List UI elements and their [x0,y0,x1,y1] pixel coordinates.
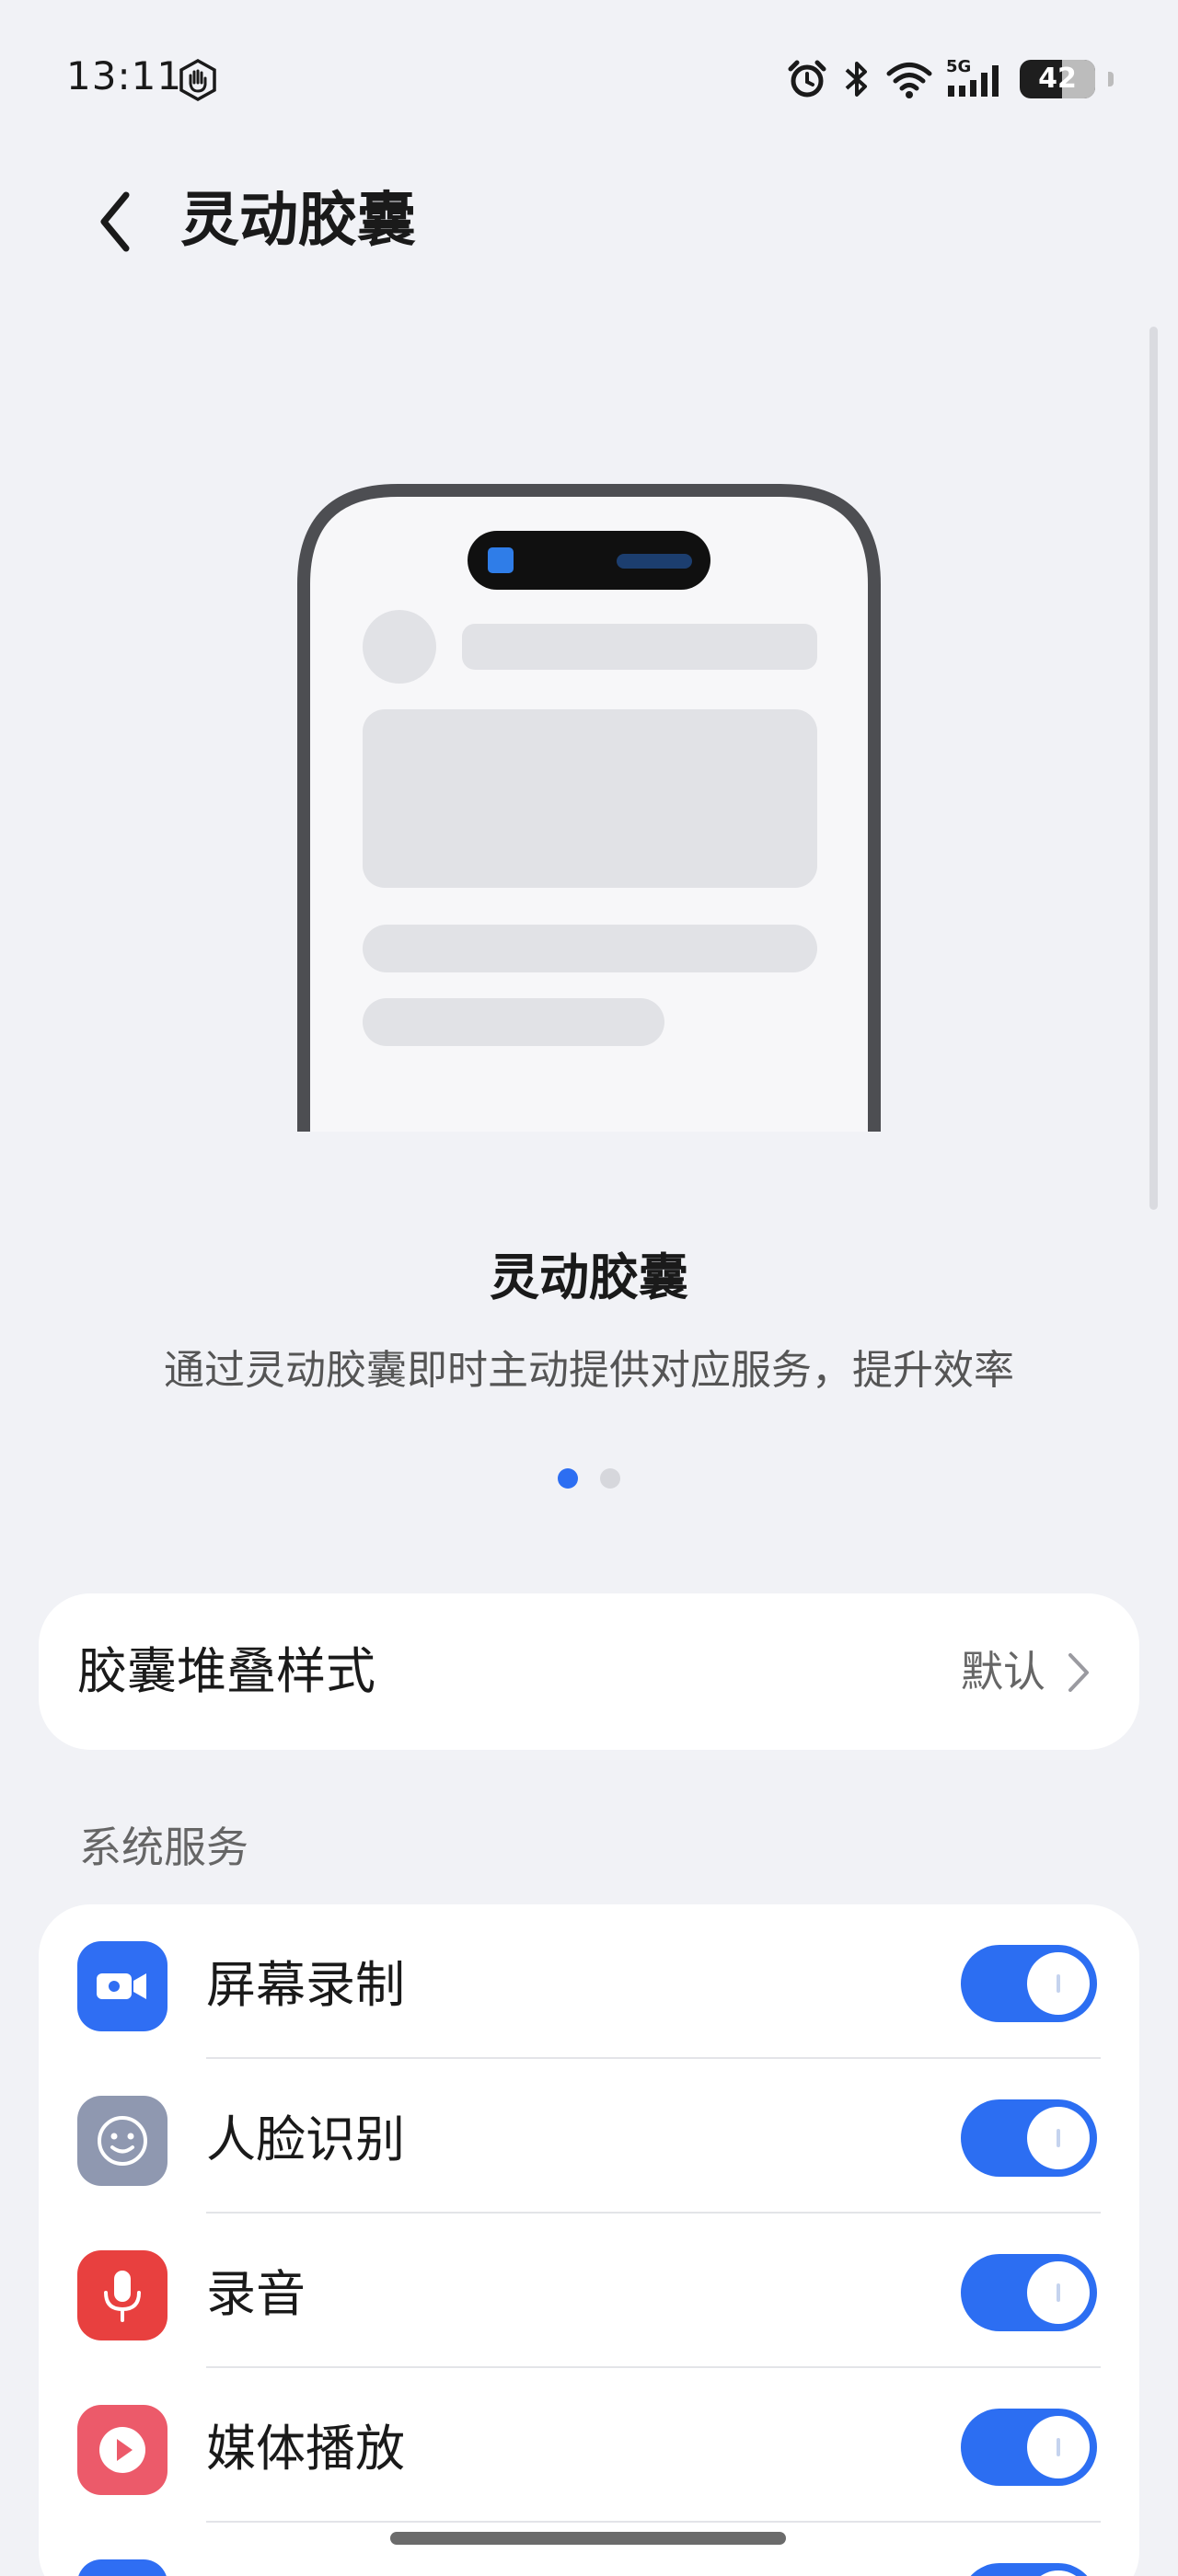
feature-title: 灵动胶囊 [490,1248,688,1306]
status-time: 13:11 [66,53,183,98]
scroll-indicator[interactable] [1149,327,1158,1210]
video-camera-icon [77,1941,167,2031]
page-dot-2[interactable] [600,1468,620,1489]
home-indicator[interactable] [390,2532,786,2545]
service-toggle[interactable] [961,2563,1097,2576]
service-row-audio-recording: 录音 [39,2214,1139,2368]
service-row-face-recognition: 人脸识别 [39,2059,1139,2214]
bluetooth-icon [845,62,867,97]
media-playback-toggle[interactable] [961,2409,1097,2486]
top-app-bar: 灵动胶囊 [0,166,1178,276]
section-label-system-services: 系统服务 [79,1823,248,1872]
screen-recording-toggle[interactable] [961,1945,1097,2022]
gesture-hand-icon [179,59,216,101]
microphone-icon [77,2250,167,2340]
back-button[interactable] [81,188,149,256]
page-title: 灵动胶囊 [180,187,416,255]
service-row-screen-recording: 屏幕录制 [39,1904,1139,2059]
service-label: 录音 [206,2265,306,2323]
service-row-partial [39,2523,1139,2576]
face-icon [77,2096,167,2186]
audio-recording-toggle[interactable] [961,2254,1097,2331]
page-dot-1[interactable] [558,1468,578,1489]
chevron-right-icon [1060,1645,1097,1700]
capsule-stack-style-row[interactable]: 胶囊堆叠样式 默认 [39,1593,1139,1750]
system-services-list: 屏幕录制 人脸识别 录音 媒体播放 [39,1904,1139,2576]
cellular-signal: 5G [946,58,1007,100]
signal-bars-icon [948,65,999,97]
service-label: 屏幕录制 [206,1956,405,2014]
alarm-clock-icon [788,60,826,98]
service-label: 人脸识别 [206,2110,405,2168]
wifi-icon [886,63,932,98]
battery-level: 42 [1038,63,1077,95]
stack-style-value: 默认 [961,1647,1045,1696]
feature-description: 通过灵动胶囊即时主动提供对应服务，提升效率 [164,1347,1014,1394]
status-icons: 5G 42 [786,53,1114,105]
screen: 13:11 5G 42 灵动胶囊 灵动胶囊 通过灵动胶囊即时主动提供对应服务，提… [0,0,1178,2576]
battery-icon: 42 [1020,60,1095,98]
service-icon [77,2559,167,2576]
stack-style-label: 胶囊堆叠样式 [77,1642,375,1700]
play-icon [77,2405,167,2495]
face-recognition-toggle[interactable] [961,2099,1097,2177]
chevron-left-icon [100,191,130,252]
status-bar: 13:11 5G 42 [0,0,1178,156]
page-indicator[interactable] [0,1468,1178,1489]
service-label: 媒体播放 [206,2420,405,2478]
battery-tip [1108,72,1114,86]
dynamic-island-illustration [297,484,881,1132]
service-row-media-playback: 媒体播放 [39,2368,1139,2523]
